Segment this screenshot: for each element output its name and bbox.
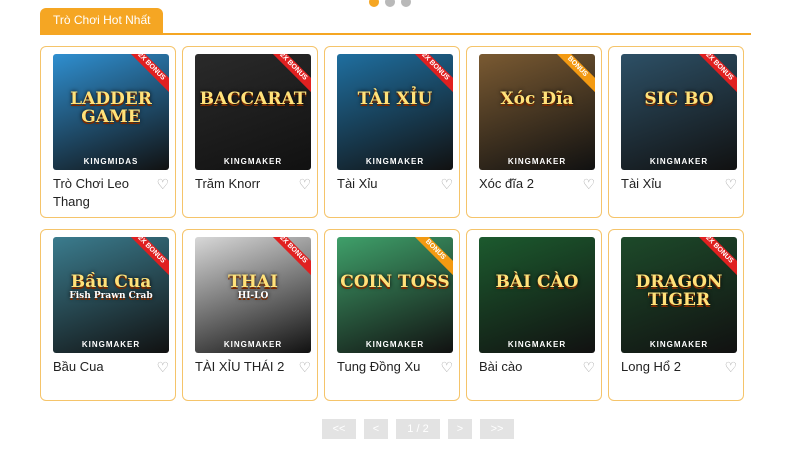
favorite-heart-icon[interactable]: ♡ [582,175,595,193]
provider-label: KINGMIDAS [83,157,139,166]
favorite-heart-icon[interactable]: ♡ [724,175,737,193]
provider-label: KINGMAKER [223,340,283,349]
game-logo: LADDER GAME [70,89,152,127]
page-indicator: 1 / 2 [396,419,440,439]
game-card[interactable]: LADDER GAME KINGMIDAS 2X BONUS Trò Chơi … [40,46,176,218]
game-title[interactable]: TÀI XỈU THÁI 2 [195,358,284,376]
provider-label: KINGMAKER [649,340,709,349]
game-title[interactable]: Long Hổ 2 [621,358,681,376]
game-logo: TÀI XỈU [357,89,433,109]
game-logo: THAI HI-LO [228,272,278,301]
game-thumbnail[interactable]: THAI HI-LO KINGMAKER 2X BONUS [195,237,311,353]
game-thumbnail[interactable]: TÀI XỈU KINGMAKER 2X BONUS [337,54,453,170]
game-thumbnail[interactable]: BACCARAT KINGMAKER 2X BONUS [195,54,311,170]
game-card[interactable]: BÀI CÀO KINGMAKER Bài cào ♡ [466,229,602,401]
prev-page-button[interactable]: < [364,419,388,439]
game-thumbnail[interactable]: COIN TOSS KINGMAKER BONUS [337,237,453,353]
game-thumbnail[interactable]: LADDER GAME KINGMIDAS 2X BONUS [53,54,169,170]
carousel-dots [369,0,411,7]
game-title[interactable]: Trăm Knorr [195,175,260,193]
game-title[interactable]: Bài cào [479,358,522,376]
game-logo: BACCARAT [199,89,307,109]
game-logo: COIN TOSS [340,272,450,292]
game-title[interactable]: Xóc đĩa 2 [479,175,534,193]
game-logo: BÀI CÀO [495,272,579,292]
game-card[interactable]: Xóc Đĩa KINGMAKER BONUS Xóc đĩa 2 ♡ [466,46,602,218]
last-page-button[interactable]: >> [480,419,514,439]
next-page-button[interactable]: > [448,419,472,439]
favorite-heart-icon[interactable]: ♡ [298,175,311,193]
pagination: << < 1 / 2 > >> [322,419,514,439]
game-logo: Xóc Đĩa [500,89,574,109]
favorite-heart-icon[interactable]: ♡ [724,358,737,376]
game-logo: Bầu Cua Fish Prawn Crab [69,272,153,301]
game-card[interactable]: THAI HI-LO KINGMAKER 2X BONUS TÀI XỈU THÁ… [182,229,318,401]
game-thumbnail[interactable]: Bầu Cua Fish Prawn Crab KINGMAKER 2X BONU… [53,237,169,353]
game-title[interactable]: Tài Xỉu [621,175,661,193]
provider-label: KINGMAKER [81,340,141,349]
carousel-dot[interactable] [401,0,411,7]
game-logo: DRAGON TIGER [635,272,723,310]
section-header: Trò Chơi Hot Nhất [40,8,751,35]
provider-label: KINGMAKER [649,157,709,166]
provider-label: KINGMAKER [507,157,567,166]
game-grid: LADDER GAME KINGMIDAS 2X BONUS Trò Chơi … [40,46,744,401]
carousel-dot[interactable] [385,0,395,7]
game-title[interactable]: Tài Xỉu [337,175,377,193]
favorite-heart-icon[interactable]: ♡ [582,358,595,376]
favorite-heart-icon[interactable]: ♡ [156,175,169,193]
game-card[interactable]: Bầu Cua Fish Prawn Crab KINGMAKER 2X BONU… [40,229,176,401]
provider-label: KINGMAKER [223,157,283,166]
game-thumbnail[interactable]: Xóc Đĩa KINGMAKER BONUS [479,54,595,170]
game-card[interactable]: COIN TOSS KINGMAKER BONUS Tung Đồng Xu ♡ [324,229,460,401]
carousel-dot[interactable] [369,0,379,7]
game-thumbnail[interactable]: SIC BO KINGMAKER 2X BONUS [621,54,737,170]
game-thumbnail[interactable]: DRAGON TIGER KINGMAKER 2X BONUS [621,237,737,353]
favorite-heart-icon[interactable]: ♡ [298,358,311,376]
section-title-tab[interactable]: Trò Chơi Hot Nhất [40,8,164,33]
game-card[interactable]: TÀI XỈU KINGMAKER 2X BONUS Tài Xỉu ♡ [324,46,460,218]
game-thumbnail[interactable]: BÀI CÀO KINGMAKER [479,237,595,353]
game-title[interactable]: Bầu Cua [53,358,104,376]
favorite-heart-icon[interactable]: ♡ [440,358,453,376]
game-logo: SIC BO [644,89,714,109]
game-card[interactable]: BACCARAT KINGMAKER 2X BONUS Trăm Knorr ♡ [182,46,318,218]
provider-label: KINGMAKER [365,157,425,166]
provider-label: KINGMAKER [365,340,425,349]
favorite-heart-icon[interactable]: ♡ [440,175,453,193]
game-title[interactable]: Tung Đồng Xu [337,358,420,376]
favorite-heart-icon[interactable]: ♡ [156,358,169,376]
game-card[interactable]: SIC BO KINGMAKER 2X BONUS Tài Xỉu ♡ [608,46,744,218]
provider-label: KINGMAKER [507,340,567,349]
game-title[interactable]: Trò Chơi Leo Thang [53,175,153,211]
game-card[interactable]: DRAGON TIGER KINGMAKER 2X BONUS Long Hổ … [608,229,744,401]
first-page-button[interactable]: << [322,419,356,439]
